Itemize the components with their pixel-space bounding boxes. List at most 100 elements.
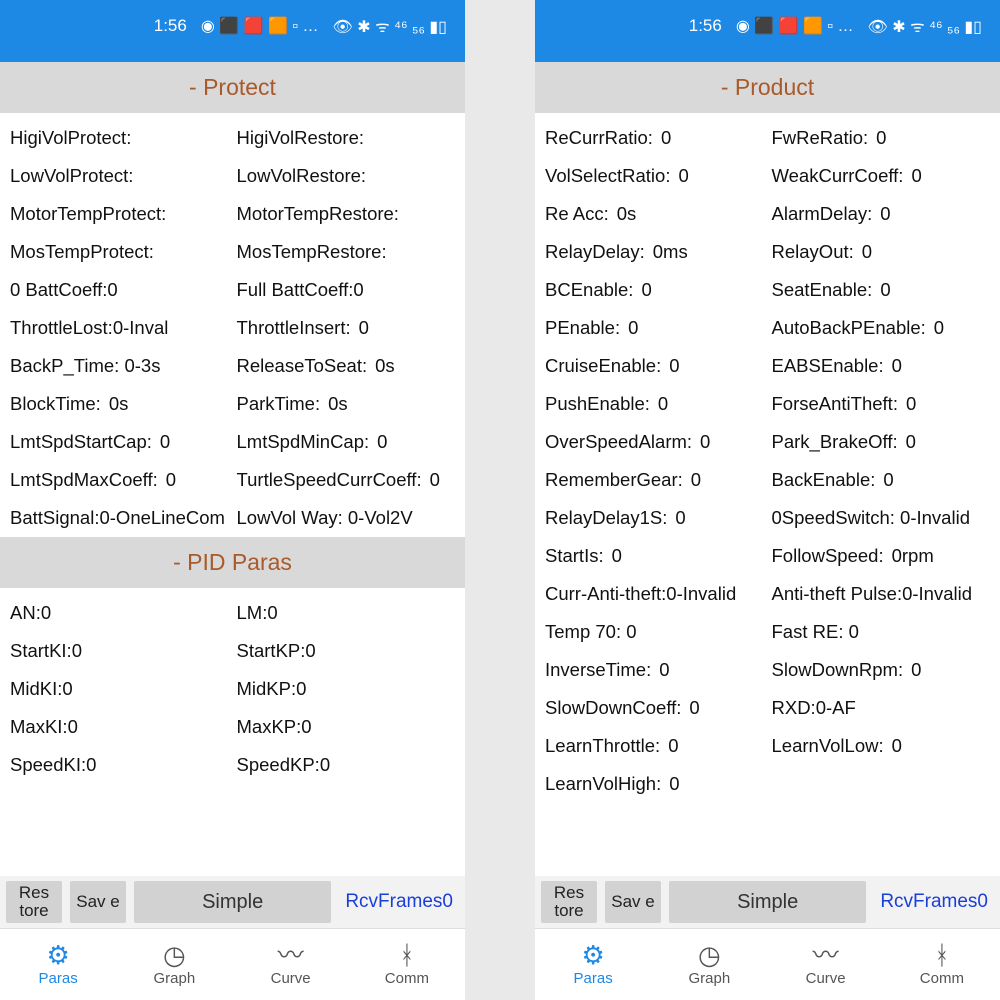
param-cell[interactable]: MaxKP:0 bbox=[233, 708, 460, 746]
restore-button[interactable]: Res tore bbox=[6, 881, 62, 923]
param-cell[interactable]: BattSignal:0-OneLineCom bbox=[6, 499, 233, 537]
nav-label: Curve bbox=[271, 970, 311, 987]
param-cell[interactable]: WeakCurrCoeff:0 bbox=[768, 157, 995, 195]
nav-curve[interactable]: 〰 Curve bbox=[233, 929, 349, 1000]
param-value: 0 bbox=[669, 773, 679, 794]
param-value: 0 bbox=[691, 469, 701, 490]
param-cell[interactable]: RelayDelay:0ms bbox=[541, 233, 768, 271]
nav-graph[interactable]: ◷ Graph bbox=[651, 929, 767, 1000]
param-cell[interactable]: LowVolRestore: bbox=[233, 157, 460, 195]
param-cell[interactable]: LmtSpdStartCap:0 bbox=[6, 423, 233, 461]
param-cell[interactable]: HigiVolRestore: bbox=[233, 119, 460, 157]
param-cell[interactable]: ThrottleInsert:0 bbox=[233, 309, 460, 347]
nav-comm[interactable]: ᚼ Comm bbox=[349, 929, 465, 1000]
param-cell[interactable]: LmtSpdMaxCoeff:0 bbox=[6, 461, 233, 499]
param-cell[interactable]: RXD:0-AF bbox=[768, 689, 995, 727]
param-cell[interactable]: SlowDownRpm:0 bbox=[768, 651, 995, 689]
param-label: EABSEnable: bbox=[772, 355, 884, 376]
param-label: HigiVolRestore: bbox=[237, 127, 365, 148]
param-cell[interactable]: Full BattCoeff:0 bbox=[233, 271, 460, 309]
param-cell[interactable]: ThrottleLost:0-Inval bbox=[6, 309, 233, 347]
param-value: 0rpm bbox=[892, 545, 934, 566]
param-cell[interactable]: PEnable:0 bbox=[541, 309, 768, 347]
section-header[interactable]: - Protect bbox=[0, 62, 465, 113]
param-label: ThrottleInsert: bbox=[237, 317, 351, 338]
param-cell[interactable]: FwReRatio:0 bbox=[768, 119, 995, 157]
section-header[interactable]: - PID Paras bbox=[0, 537, 465, 588]
param-cell[interactable]: SpeedKP:0 bbox=[233, 746, 460, 784]
param-cell[interactable]: OverSpeedAlarm:0 bbox=[541, 423, 768, 461]
param-cell[interactable]: Park_BrakeOff:0 bbox=[768, 423, 995, 461]
param-cell[interactable]: MidKP:0 bbox=[233, 670, 460, 708]
param-cell[interactable]: StartKP:0 bbox=[233, 632, 460, 670]
param-cell[interactable]: RelayDelay1S:0 bbox=[541, 499, 768, 537]
param-cell[interactable]: ParkTime:0s bbox=[233, 385, 460, 423]
param-cell[interactable]: EABSEnable:0 bbox=[768, 347, 995, 385]
section-header[interactable]: - Product bbox=[535, 62, 1000, 113]
bottom-bar: Res tore Sav e Simple RcvFrames0 bbox=[535, 876, 1000, 928]
param-cell[interactable]: BackP_Time: 0-3s bbox=[6, 347, 233, 385]
restore-button[interactable]: Res tore bbox=[541, 881, 597, 923]
param-cell[interactable]: ReCurrRatio:0 bbox=[541, 119, 768, 157]
param-cell[interactable]: StartIs:0 bbox=[541, 537, 768, 575]
param-value: 0 bbox=[160, 431, 170, 452]
param-cell[interactable]: PushEnable:0 bbox=[541, 385, 768, 423]
param-cell[interactable]: HigiVolProtect: bbox=[6, 119, 233, 157]
param-cell[interactable]: AutoBackPEnable:0 bbox=[768, 309, 995, 347]
nav-comm[interactable]: ᚼ Comm bbox=[884, 929, 1000, 1000]
param-value: 0 bbox=[669, 355, 679, 376]
param-cell[interactable]: BackEnable:0 bbox=[768, 461, 995, 499]
param-cell[interactable]: MaxKI:0 bbox=[6, 708, 233, 746]
param-cell[interactable]: Anti-theft Pulse:0-Invalid bbox=[768, 575, 995, 613]
param-cell[interactable]: StartKI:0 bbox=[6, 632, 233, 670]
param-cell[interactable]: Fast RE: 0 bbox=[768, 613, 995, 651]
param-cell[interactable]: MidKI:0 bbox=[6, 670, 233, 708]
param-cell[interactable]: LowVol Way: 0-Vol2V bbox=[233, 499, 460, 537]
param-cell[interactable] bbox=[768, 765, 995, 803]
param-cell[interactable]: MotorTempProtect: bbox=[6, 195, 233, 233]
param-value: 0 bbox=[659, 659, 669, 680]
nav-graph[interactable]: ◷ Graph bbox=[116, 929, 232, 1000]
param-cell[interactable]: SlowDownCoeff:0 bbox=[541, 689, 768, 727]
param-cell[interactable]: 0 BattCoeff:0 bbox=[6, 271, 233, 309]
param-cell[interactable]: LowVolProtect: bbox=[6, 157, 233, 195]
nav-paras[interactable]: ⚙ Paras bbox=[0, 929, 116, 1000]
nav-paras[interactable]: ⚙ Paras bbox=[535, 929, 651, 1000]
save-button[interactable]: Sav e bbox=[605, 881, 661, 923]
param-cell[interactable]: MotorTempRestore: bbox=[233, 195, 460, 233]
param-cell[interactable]: Temp 70: 0 bbox=[541, 613, 768, 651]
param-cell[interactable]: VolSelectRatio:0 bbox=[541, 157, 768, 195]
param-cell[interactable]: Re Acc:0s bbox=[541, 195, 768, 233]
simple-button[interactable]: Simple bbox=[669, 881, 866, 923]
param-cell[interactable]: LM:0 bbox=[233, 594, 460, 632]
param-cell[interactable]: LearnThrottle:0 bbox=[541, 727, 768, 765]
nav-curve[interactable]: 〰 Curve bbox=[768, 929, 884, 1000]
param-cell[interactable]: CruiseEnable:0 bbox=[541, 347, 768, 385]
param-label: ParkTime: bbox=[237, 393, 321, 414]
param-cell[interactable]: MosTempProtect: bbox=[6, 233, 233, 271]
param-cell[interactable]: TurtleSpeedCurrCoeff:0 bbox=[233, 461, 460, 499]
param-cell[interactable]: Curr-Anti-theft:0-Invalid bbox=[541, 575, 768, 613]
param-cell[interactable]: 0SpeedSwitch: 0-Invalid bbox=[768, 499, 995, 537]
param-cell[interactable]: LmtSpdMinCap:0 bbox=[233, 423, 460, 461]
param-cell[interactable]: BCEnable:0 bbox=[541, 271, 768, 309]
param-label: PEnable: bbox=[545, 317, 620, 338]
param-cell[interactable]: RelayOut:0 bbox=[768, 233, 995, 271]
param-cell[interactable]: BlockTime:0s bbox=[6, 385, 233, 423]
param-cell[interactable]: RememberGear:0 bbox=[541, 461, 768, 499]
param-cell[interactable]: AlarmDelay:0 bbox=[768, 195, 995, 233]
param-cell[interactable]: SpeedKI:0 bbox=[6, 746, 233, 784]
param-cell[interactable]: InverseTime:0 bbox=[541, 651, 768, 689]
param-label: LowVolProtect: bbox=[10, 165, 133, 186]
param-cell[interactable]: ReleaseToSeat:0s bbox=[233, 347, 460, 385]
param-cell[interactable]: ForseAntiTheft:0 bbox=[768, 385, 995, 423]
param-cell[interactable]: SeatEnable:0 bbox=[768, 271, 995, 309]
param-cell[interactable]: FollowSpeed:0rpm bbox=[768, 537, 995, 575]
content-right: - Product ReCurrRatio:0FwReRatio:0VolSele… bbox=[535, 62, 1000, 876]
param-cell[interactable]: LearnVolHigh:0 bbox=[541, 765, 768, 803]
simple-button[interactable]: Simple bbox=[134, 881, 331, 923]
param-cell[interactable]: AN:0 bbox=[6, 594, 233, 632]
param-cell[interactable]: MosTempRestore: bbox=[233, 233, 460, 271]
param-cell[interactable]: LearnVolLow:0 bbox=[768, 727, 995, 765]
save-button[interactable]: Sav e bbox=[70, 881, 126, 923]
